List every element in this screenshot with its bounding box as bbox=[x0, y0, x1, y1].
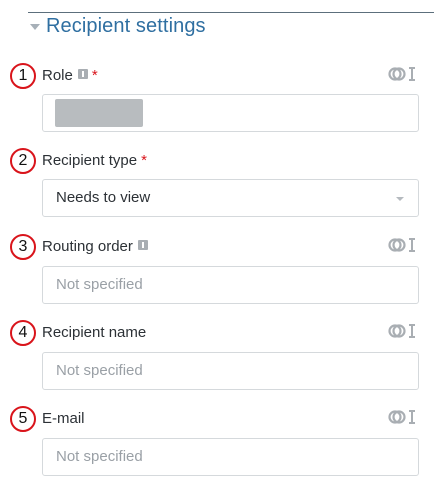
routing-order-input[interactable]: Not specified bbox=[42, 266, 419, 304]
step-badge: 3 bbox=[10, 234, 36, 260]
redacted-value bbox=[55, 99, 143, 127]
required-marker: * bbox=[141, 152, 147, 169]
section-header[interactable]: Recipient settings bbox=[28, 12, 434, 42]
link-text-icon[interactable] bbox=[388, 322, 418, 340]
step-badge: 1 bbox=[10, 63, 36, 89]
email-input[interactable]: Not specified bbox=[42, 438, 419, 476]
link-text-icon[interactable] bbox=[388, 408, 418, 426]
section-title[interactable]: Recipient settings bbox=[46, 15, 206, 38]
field-label-text: E-mail bbox=[42, 410, 85, 427]
field-label: Recipient type * bbox=[42, 152, 147, 169]
input-placeholder: Not specified bbox=[56, 448, 143, 465]
chevron-down-icon[interactable] bbox=[30, 24, 40, 30]
field-label-text: Routing order bbox=[42, 238, 133, 255]
field-label: Recipient name bbox=[42, 324, 146, 341]
section-divider bbox=[28, 12, 434, 13]
field-label-text: Role bbox=[42, 67, 73, 84]
recipient-name-input[interactable]: Not specified bbox=[42, 352, 419, 390]
required-marker: * bbox=[91, 67, 98, 84]
step-badge: 4 bbox=[10, 320, 36, 346]
field-label-text: Recipient type bbox=[42, 152, 138, 169]
input-placeholder: Not specified bbox=[56, 276, 143, 293]
input-placeholder: Not specified bbox=[56, 362, 143, 379]
selected-option: Needs to view bbox=[56, 189, 151, 206]
info-icon[interactable] bbox=[77, 68, 88, 79]
field-label: Routing order bbox=[42, 238, 148, 255]
role-value-field[interactable] bbox=[42, 94, 419, 132]
recipient-type-select[interactable]: Needs to view bbox=[42, 179, 419, 217]
link-text-icon[interactable] bbox=[388, 236, 418, 254]
field-label: Role * bbox=[42, 67, 98, 84]
field-label: E-mail bbox=[42, 410, 85, 427]
recipient-settings-panel: Recipient settings 1 Role * 2 Recipient … bbox=[0, 0, 446, 491]
field-label-text: Recipient name bbox=[42, 324, 147, 341]
link-text-icon[interactable] bbox=[388, 65, 418, 83]
caret-down-icon[interactable] bbox=[396, 197, 404, 201]
step-badge: 2 bbox=[10, 148, 36, 174]
info-icon[interactable] bbox=[137, 239, 148, 250]
step-badge: 5 bbox=[10, 406, 36, 432]
